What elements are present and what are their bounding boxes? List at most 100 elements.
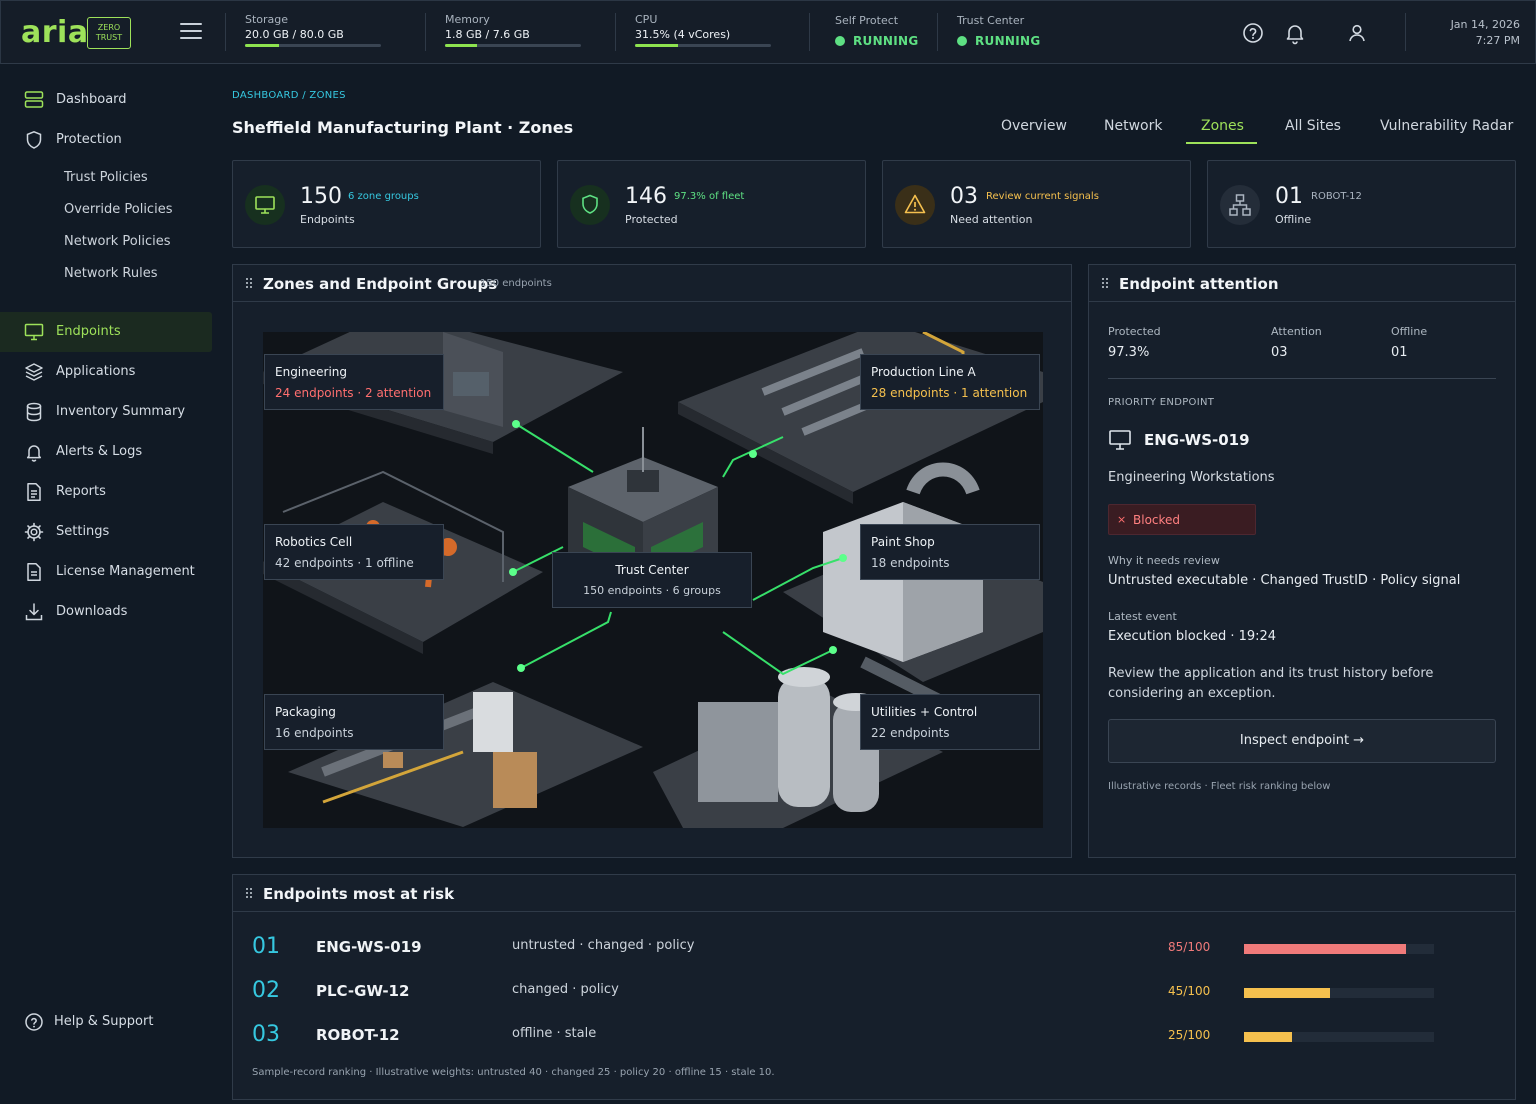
tab-vulnerability-radar[interactable]: Vulnerability Radar <box>1380 118 1513 134</box>
sidebar-subitem-network-policies[interactable]: Network Policies <box>64 234 171 249</box>
inspect-endpoint-button[interactable]: Inspect endpoint → <box>1108 719 1496 763</box>
stat-card-attention[interactable]: 03 Review current signals Need attention <box>882 160 1191 248</box>
summary-protected-value: 97.3% <box>1108 345 1150 360</box>
page-title: Sheffield Manufacturing Plant · Zones <box>232 118 574 137</box>
stat-note: 6 zone groups <box>348 191 419 202</box>
divider <box>937 13 938 51</box>
sidebar-subitem-trust-policies[interactable]: Trust Policies <box>64 170 148 185</box>
sidebar-item-endpoints[interactable]: Endpoints <box>0 312 212 352</box>
sidebar-item-license-management[interactable]: License Management <box>0 552 212 592</box>
zone-label-paint-shop[interactable]: Paint Shop 18 endpoints <box>860 524 1040 580</box>
risk-row[interactable]: 01 ENG-WS-019 untrusted · changed · poli… <box>233 934 1515 978</box>
panel-title: Endpoint attention <box>1119 275 1279 293</box>
endpoint-id: ENG-WS-019 <box>1144 431 1250 449</box>
breadcrumb[interactable]: DASHBOARD / ZONES <box>232 90 346 101</box>
monitor-icon <box>1109 430 1131 450</box>
sidebar-item-reports[interactable]: Reports <box>0 472 212 512</box>
tab-zones[interactable]: Zones <box>1201 118 1244 134</box>
license-icon <box>27 563 41 581</box>
stat-card-protected[interactable]: 146 97.3% of fleet Protected <box>557 160 866 248</box>
shield-icon <box>582 194 598 214</box>
sidebar-item-dashboard[interactable]: Dashboard <box>0 80 212 120</box>
stat-value: 150 <box>300 184 342 209</box>
storage-metric: Storage 20.0 GB / 80.0 GB <box>245 13 381 47</box>
drag-handle-icon[interactable] <box>245 277 253 289</box>
tab-network[interactable]: Network <box>1104 118 1162 134</box>
stat-value: 146 <box>625 184 667 209</box>
trust-center-status: Trust Center RUNNING <box>957 14 1041 48</box>
stat-note: Review current signals <box>986 191 1099 202</box>
panel-subtitle: 150 endpoints <box>480 278 552 289</box>
memory-usage-bar <box>445 44 581 47</box>
storage-usage-bar <box>245 44 381 47</box>
user-icon[interactable] <box>1345 21 1369 45</box>
panel-title: Zones and Endpoint Groups <box>263 275 498 293</box>
stat-label: Protected <box>625 213 678 226</box>
warning-icon <box>904 194 926 214</box>
zone-label-production-line-a[interactable]: Production Line A 28 endpoints · 1 atten… <box>860 354 1040 410</box>
risk-ranking-panel: Endpoints most at risk 01 ENG-WS-019 unt… <box>232 874 1516 1100</box>
summary-attention-value: 03 <box>1271 345 1288 360</box>
close-icon: × <box>1117 513 1127 526</box>
cpu-usage-bar <box>635 44 771 47</box>
panel-title: Endpoints most at risk <box>263 885 455 903</box>
review-reasons: Untrusted executable · Changed TrustID ·… <box>1108 573 1461 588</box>
zone-label-engineering[interactable]: Engineering 24 endpoints · 2 attention <box>264 354 444 410</box>
sidebar-subitem-override-policies[interactable]: Override Policies <box>64 202 172 217</box>
sidebar-item-inventory-summary[interactable]: Inventory Summary <box>0 392 212 432</box>
cpu-metric: CPU 31.5% (4 vCores) <box>635 13 771 47</box>
monitor-icon <box>24 323 44 341</box>
active-tab-indicator <box>1186 142 1257 144</box>
status-dot-icon <box>835 36 845 46</box>
latest-event: Execution blocked · 19:24 <box>1108 629 1277 644</box>
sidebar: Dashboard Protection Trust Policies Over… <box>0 64 224 1104</box>
help-support-link[interactable]: Help & Support <box>0 1002 212 1042</box>
stat-value: 01 <box>1275 184 1303 209</box>
divider <box>1108 378 1496 379</box>
attention-footnote: Illustrative records · Fleet risk rankin… <box>1108 781 1331 792</box>
help-icon <box>25 1013 43 1031</box>
sidebar-item-settings[interactable]: Settings <box>0 512 212 552</box>
divider <box>809 13 810 51</box>
zero-trust-badge: ZERO TRUST <box>87 17 131 49</box>
drag-handle-icon[interactable] <box>245 887 253 899</box>
sidebar-item-protection[interactable]: Protection <box>0 120 212 160</box>
drag-handle-icon[interactable] <box>1101 277 1109 289</box>
divider <box>425 13 426 51</box>
advice-text: Review the application and its trust his… <box>1108 666 1434 701</box>
divider <box>1405 13 1406 51</box>
bell-icon <box>26 445 42 462</box>
help-icon[interactable] <box>1241 21 1265 45</box>
tab-overview[interactable]: Overview <box>1001 118 1067 134</box>
stat-label: Endpoints <box>300 213 355 226</box>
shield-icon <box>26 130 42 149</box>
sidebar-item-downloads[interactable]: Downloads <box>0 592 212 632</box>
divider <box>225 13 226 51</box>
stat-label: Need attention <box>950 213 1033 226</box>
stat-label: Offline <box>1275 213 1312 226</box>
endpoint-group: Engineering Workstations <box>1108 470 1275 485</box>
stat-card-offline[interactable]: 01 ROBOT-12 Offline <box>1207 160 1516 248</box>
stat-note: 97.3% of fleet <box>674 191 745 202</box>
app-logo[interactable]: aria <box>21 15 89 50</box>
risk-row[interactable]: 03 ROBOT-12 offline · stale 25/100 <box>233 1022 1515 1066</box>
risk-row[interactable]: 02 PLC-GW-12 changed · policy 45/100 <box>233 978 1515 1022</box>
zone-label-utilities-control[interactable]: Utilities + Control 22 endpoints <box>860 694 1040 750</box>
zone-label-packaging[interactable]: Packaging 16 endpoints <box>264 694 444 750</box>
database-icon <box>26 402 42 422</box>
sidebar-subitem-network-rules[interactable]: Network Rules <box>64 266 157 281</box>
sidebar-item-alerts-logs[interactable]: Alerts & Logs <box>0 432 212 472</box>
stat-card-endpoints[interactable]: 150 6 zone groups Endpoints <box>232 160 541 248</box>
tab-all-sites[interactable]: All Sites <box>1285 118 1341 134</box>
risk-score-bar <box>1244 944 1434 954</box>
layers-icon <box>25 363 43 381</box>
divider <box>615 13 616 51</box>
menu-icon[interactable] <box>180 23 202 43</box>
stat-note: ROBOT-12 <box>1311 191 1362 202</box>
report-icon <box>27 483 41 501</box>
zone-label-robotics-cell[interactable]: Robotics Cell 42 endpoints · 1 offline <box>264 524 444 580</box>
priority-endpoint-label: PRIORITY ENDPOINT <box>1108 397 1215 408</box>
zone-label-trust-center[interactable]: Trust Center 150 endpoints · 6 groups <box>552 552 752 608</box>
bell-icon[interactable] <box>1283 21 1307 45</box>
sidebar-item-applications[interactable]: Applications <box>0 352 212 392</box>
